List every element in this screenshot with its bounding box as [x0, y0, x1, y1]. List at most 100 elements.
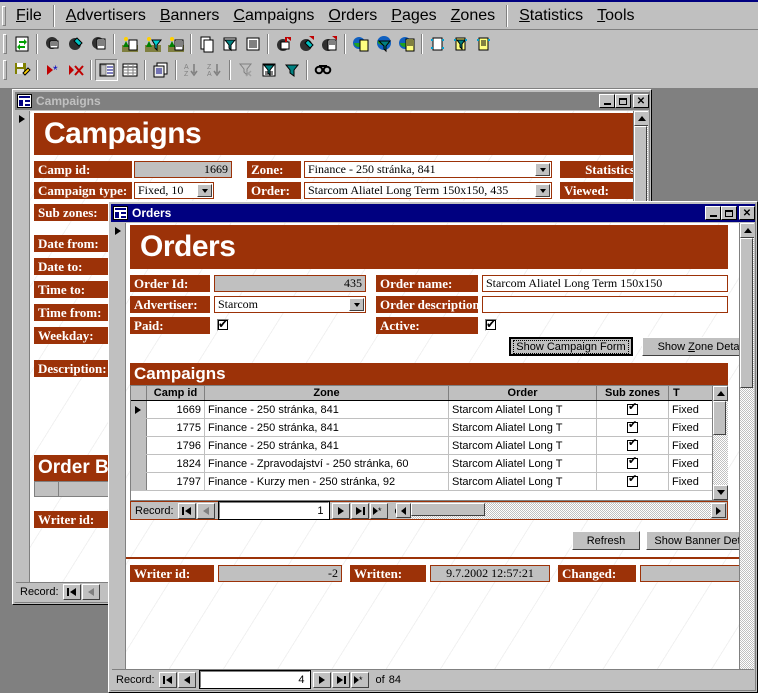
subform-horizontal-scrollbar[interactable]	[396, 503, 726, 519]
cell-order[interactable]: Starcom Aliatel Long T	[449, 473, 597, 490]
campaign-edit-icon[interactable]	[295, 33, 318, 55]
campaigns-subform-datasheet[interactable]: Camp id Zone Order Sub zones T 1669 Finan…	[130, 385, 728, 501]
sub-zones-checkbox[interactable]	[627, 437, 638, 451]
row-selector[interactable]	[131, 473, 147, 490]
zone-combobox[interactable]: Finance - 250 stránka, 841	[304, 161, 552, 178]
subform-new-record-button[interactable]: *	[369, 502, 388, 519]
subform-hscroll-track[interactable]	[411, 503, 711, 519]
column-header-order[interactable]: Order	[449, 386, 597, 400]
cell-sub-zones[interactable]	[597, 437, 669, 454]
advertiser-chevron-down-icon[interactable]	[349, 298, 364, 311]
campaigns-previous-record-button[interactable]	[81, 584, 100, 600]
row-selector[interactable]	[131, 455, 147, 472]
campaigns-minimize-button[interactable]	[599, 94, 615, 108]
remove-filter-icon[interactable]	[234, 59, 257, 81]
cell-order[interactable]: Starcom Aliatel Long T	[449, 401, 597, 418]
orders-new-record-button[interactable]: *	[350, 671, 369, 688]
row-selector[interactable]	[131, 419, 147, 436]
order-id-field[interactable]: 435	[214, 275, 366, 292]
changed-field[interactable]	[640, 565, 754, 582]
column-header-camp-id[interactable]: Camp id	[147, 386, 205, 400]
advertiser-combobox[interactable]: Starcom	[214, 296, 366, 313]
page-filter-icon[interactable]	[218, 33, 241, 55]
menu-item-zones[interactable]: Zones	[444, 5, 502, 27]
form-view-icon[interactable]	[95, 59, 118, 81]
cell-order[interactable]: Starcom Aliatel Long T	[449, 419, 597, 436]
zone-filter-icon[interactable]	[372, 33, 395, 55]
toolbar-secondary-drag-handle[interactable]	[3, 60, 7, 80]
find-icon[interactable]	[311, 59, 334, 81]
advertiser-filter-icon[interactable]	[141, 33, 164, 55]
order-list-icon[interactable]	[472, 33, 495, 55]
menu-item-campaigns[interactable]: Campaigns	[226, 5, 321, 27]
subform-current-record-input[interactable]: 1	[217, 501, 330, 520]
subform-scroll-thumb[interactable]	[713, 401, 726, 435]
written-field[interactable]: 9.7.2002 12:57:21	[430, 565, 550, 582]
cell-zone[interactable]: Finance - Kurzy men - 250 stránka, 92	[205, 473, 449, 490]
orders-minimize-button[interactable]	[705, 206, 721, 220]
paid-checkbox[interactable]	[217, 317, 229, 331]
show-banner-detail-button[interactable]: Show Banner Detail	[646, 531, 754, 550]
campaigns-close-button[interactable]: ✕	[633, 94, 649, 108]
show-zone-detail-button[interactable]: Show Zone Detail	[642, 337, 754, 356]
orders-scroll-thumb[interactable]	[740, 238, 753, 388]
subform-scroll-up-button[interactable]	[713, 386, 728, 401]
order-combobox[interactable]: Starcom Aliatel Long Term 150x150, 435	[304, 182, 552, 199]
writer-id-field[interactable]: -2	[218, 565, 342, 582]
save-icon[interactable]	[10, 59, 33, 81]
refresh-icon[interactable]	[10, 33, 33, 55]
page-list-icon[interactable]	[241, 33, 264, 55]
show-campaign-form-button[interactable]: Show Campaign Form	[509, 337, 633, 356]
table-row[interactable]: 1775 Finance - 250 stránka, 841 Starcom Al…	[131, 419, 727, 437]
apply-filter-icon[interactable]	[280, 59, 303, 81]
print-preview-icon[interactable]	[149, 59, 172, 81]
subform-scroll-right-button[interactable]	[711, 503, 726, 518]
cell-zone[interactable]: Finance - 250 stránka, 841	[205, 437, 449, 454]
orders-window[interactable]: Orders ✕ Orders Order Id: 435 Order name…	[108, 201, 758, 693]
order-description-field[interactable]	[482, 296, 728, 313]
table-row[interactable]: 1824 Finance - Zpravodajství - 250 stránk…	[131, 455, 727, 473]
cell-zone[interactable]: Finance - Zpravodajství - 250 stránka, 6…	[205, 455, 449, 472]
table-row[interactable]: 1797 Finance - Kurzy men - 250 stránka, 9…	[131, 473, 727, 491]
subform-last-record-button[interactable]	[350, 502, 369, 519]
orders-scroll-track[interactable]	[740, 238, 754, 674]
cell-zone[interactable]: Finance - 250 stránka, 841	[205, 401, 449, 418]
order-combobox-chevron-down-icon[interactable]	[535, 184, 550, 197]
cell-camp-id[interactable]: 1669	[147, 401, 205, 418]
cell-sub-zones[interactable]	[597, 473, 669, 490]
subform-vertical-scrollbar[interactable]	[712, 386, 728, 500]
table-row[interactable]: 1796 Finance - 250 stránka, 841 Starcom Al…	[131, 437, 727, 455]
active-checkbox[interactable]	[485, 317, 497, 331]
row-selector[interactable]	[131, 401, 147, 418]
campaigns-first-record-button[interactable]	[62, 584, 81, 600]
subform-next-record-button[interactable]	[331, 502, 350, 519]
subform-first-record-button[interactable]	[177, 502, 196, 519]
banner-list-icon[interactable]	[87, 33, 110, 55]
subform-previous-record-button[interactable]	[196, 502, 215, 519]
delete-record-icon[interactable]	[64, 59, 87, 81]
subform-scroll-down-button[interactable]	[713, 485, 728, 500]
zone-new-icon[interactable]	[349, 33, 372, 55]
subform-hscroll-thumb[interactable]	[411, 503, 485, 516]
banner-edit-icon[interactable]	[64, 33, 87, 55]
column-header-sub-zones[interactable]: Sub zones	[597, 386, 669, 400]
new-record-icon[interactable]: *	[41, 59, 64, 81]
menu-item-statistics[interactable]: Statistics	[512, 5, 590, 27]
campaigns-titlebar[interactable]: Campaigns ✕	[15, 92, 649, 110]
subform-scroll-left-button[interactable]	[396, 503, 411, 518]
banner-icon[interactable]	[41, 33, 64, 55]
cell-camp-id[interactable]: 1775	[147, 419, 205, 436]
sort-ascending-icon[interactable]: A Z	[180, 59, 203, 81]
orders-titlebar[interactable]: Orders ✕	[111, 204, 755, 222]
campaign-new-icon[interactable]	[272, 33, 295, 55]
campaign-type-chevron-down-icon[interactable]	[197, 184, 212, 197]
orders-record-selector[interactable]	[112, 223, 126, 689]
orders-next-record-button[interactable]	[312, 671, 331, 688]
cell-sub-zones[interactable]	[597, 419, 669, 436]
campaigns-scroll-up-button[interactable]	[634, 111, 648, 126]
column-header-zone[interactable]: Zone	[205, 386, 449, 400]
sort-descending-icon[interactable]: Z A	[203, 59, 226, 81]
filter-by-form-icon[interactable]	[257, 59, 280, 81]
sub-zones-checkbox[interactable]	[627, 455, 638, 469]
cell-camp-id[interactable]: 1796	[147, 437, 205, 454]
